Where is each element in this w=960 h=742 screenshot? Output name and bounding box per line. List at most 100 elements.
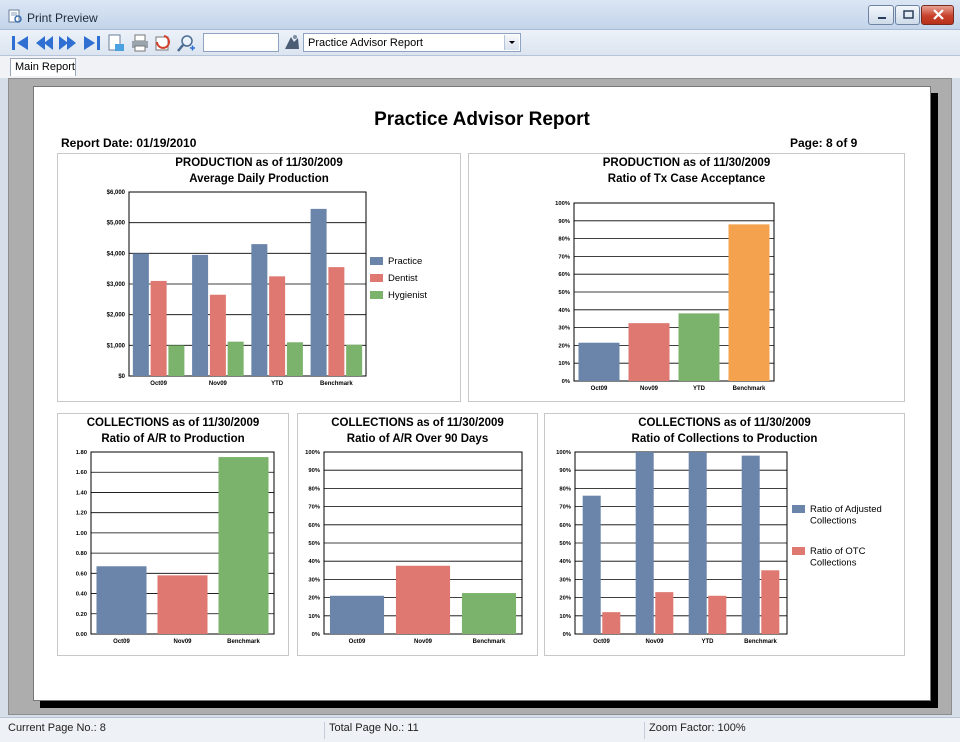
y-tick-label: $3,000 [107,282,126,288]
bar [582,495,601,634]
last-page-icon[interactable] [82,33,102,53]
print-icon[interactable] [130,33,150,53]
bar [269,276,286,376]
y-tick-label: $2,000 [107,313,126,319]
zoom-icon[interactable] [176,33,196,53]
y-tick-label: 0% [563,632,571,638]
chart-svg: $0 $1,000 $2,000 $3,000 $4,000 $5,000 $6,000 Oc… [107,190,428,387]
y-tick-label: 0.00 [76,632,87,638]
x-tick-label: Oct09 [113,639,130,645]
y-tick-label: 30% [558,326,570,332]
legend-swatch [792,505,805,513]
report-icon[interactable] [282,33,302,53]
y-tick-label: 40% [559,559,571,565]
y-tick-label: 60% [308,523,320,529]
first-page-icon[interactable] [10,33,30,53]
y-tick-label: $0 [118,374,125,380]
legend-swatch [792,547,805,555]
y-tick-label: 1.80 [76,450,87,456]
bar [728,224,770,381]
y-tick-label: 30% [559,577,571,583]
y-tick-label: 70% [559,505,571,511]
report-select[interactable]: Practice Advisor Report [303,33,521,52]
dropdown-button[interactable] [504,35,519,50]
legend-label: Ratio of OTC Collections [810,546,866,569]
report-date: Report Date: 01/19/2010 [61,136,197,150]
legend-swatch [370,274,383,282]
legend-label: Practice [388,256,422,267]
minimize-icon [878,17,886,19]
previous-page-icon[interactable] [34,33,54,53]
close-icon [933,9,944,20]
y-tick-label: 40% [308,559,320,565]
bar [329,595,385,634]
x-tick-label: Benchmark [733,386,766,392]
print-preview-app-icon [8,9,22,23]
chart-ar-to-production: COLLECTIONS as of 11/30/2009 Ratio of A/… [57,413,289,656]
y-tick-label: 20% [558,343,570,349]
y-tick-label: 90% [559,468,571,474]
x-tick-label: Nov09 [173,639,192,645]
close-button[interactable] [921,5,954,25]
x-tick-label: Oct09 [591,386,608,392]
maximize-icon [903,10,914,19]
y-tick-label: 1.00 [76,531,87,537]
y-tick-label: 100% [555,201,570,207]
y-tick-label: 20% [308,596,320,602]
y-tick-label: 90% [308,468,320,474]
y-tick-label: 10% [558,361,570,367]
x-tick-label: Oct09 [349,639,366,645]
next-page-icon[interactable] [58,33,78,53]
y-tick-label: 50% [308,541,320,547]
y-tick-label: 80% [558,237,570,243]
window-title: Print Preview [27,11,98,25]
x-tick-label: Nov09 [414,639,433,645]
bar [310,208,327,376]
maximize-button[interactable] [895,5,920,25]
y-tick-label: 0.40 [76,592,87,598]
y-tick-label: 50% [559,541,571,547]
x-tick-label: Oct09 [593,639,610,645]
y-tick-label: 0.80 [76,551,87,557]
x-tick-label: YTD [693,386,706,392]
bar [96,566,147,634]
y-tick-label: 0% [562,379,570,385]
y-tick-label: $4,000 [107,251,126,257]
chart-average-daily-production: PRODUCTION as of 11/30/2009 Average Dail… [57,153,461,402]
status-zoom-factor: Zoom Factor: 100% [644,722,956,739]
bar [209,294,226,376]
y-tick-label: 1.40 [76,490,87,496]
zoom-input[interactable] [203,33,279,52]
y-tick-label: 0.60 [76,571,87,577]
x-tick-label: Nov09 [640,386,659,392]
legend-label: Dentist [388,273,418,284]
report-title: Practice Advisor Report [374,109,590,130]
chart-collections-to-production: COLLECTIONS as of 11/30/2009 Ratio of Co… [544,413,905,656]
bar [655,592,674,634]
refresh-icon[interactable] [152,33,172,53]
bar [628,323,670,381]
minimize-button[interactable] [868,5,894,25]
tab-main-report[interactable]: Main Report [10,58,76,76]
x-tick-label: Benchmark [227,639,260,645]
bar [578,342,620,381]
chart-svg: 0% 10% 20% 30% 40% 50% 60% 70% 80% 90% 100% Oct09 No… [555,201,775,392]
y-tick-label: 70% [558,254,570,260]
y-tick-label: 60% [558,272,570,278]
y-tick-label: 0.20 [76,612,87,618]
bar [150,280,167,376]
bar [227,341,244,376]
bar [741,455,760,634]
bar [132,253,149,376]
export-icon[interactable] [106,33,126,53]
y-tick-label: 10% [559,614,571,620]
bar [708,595,727,634]
y-tick-label: 80% [308,486,320,492]
y-tick-label: 50% [558,290,570,296]
y-tick-label: 20% [559,596,571,602]
x-tick-label: Oct09 [150,381,167,387]
y-tick-label: 100% [556,450,571,456]
bar [168,345,185,376]
x-tick-label: Benchmark [744,639,777,645]
legend-label: Ratio of Adjusted Collections [810,504,882,527]
